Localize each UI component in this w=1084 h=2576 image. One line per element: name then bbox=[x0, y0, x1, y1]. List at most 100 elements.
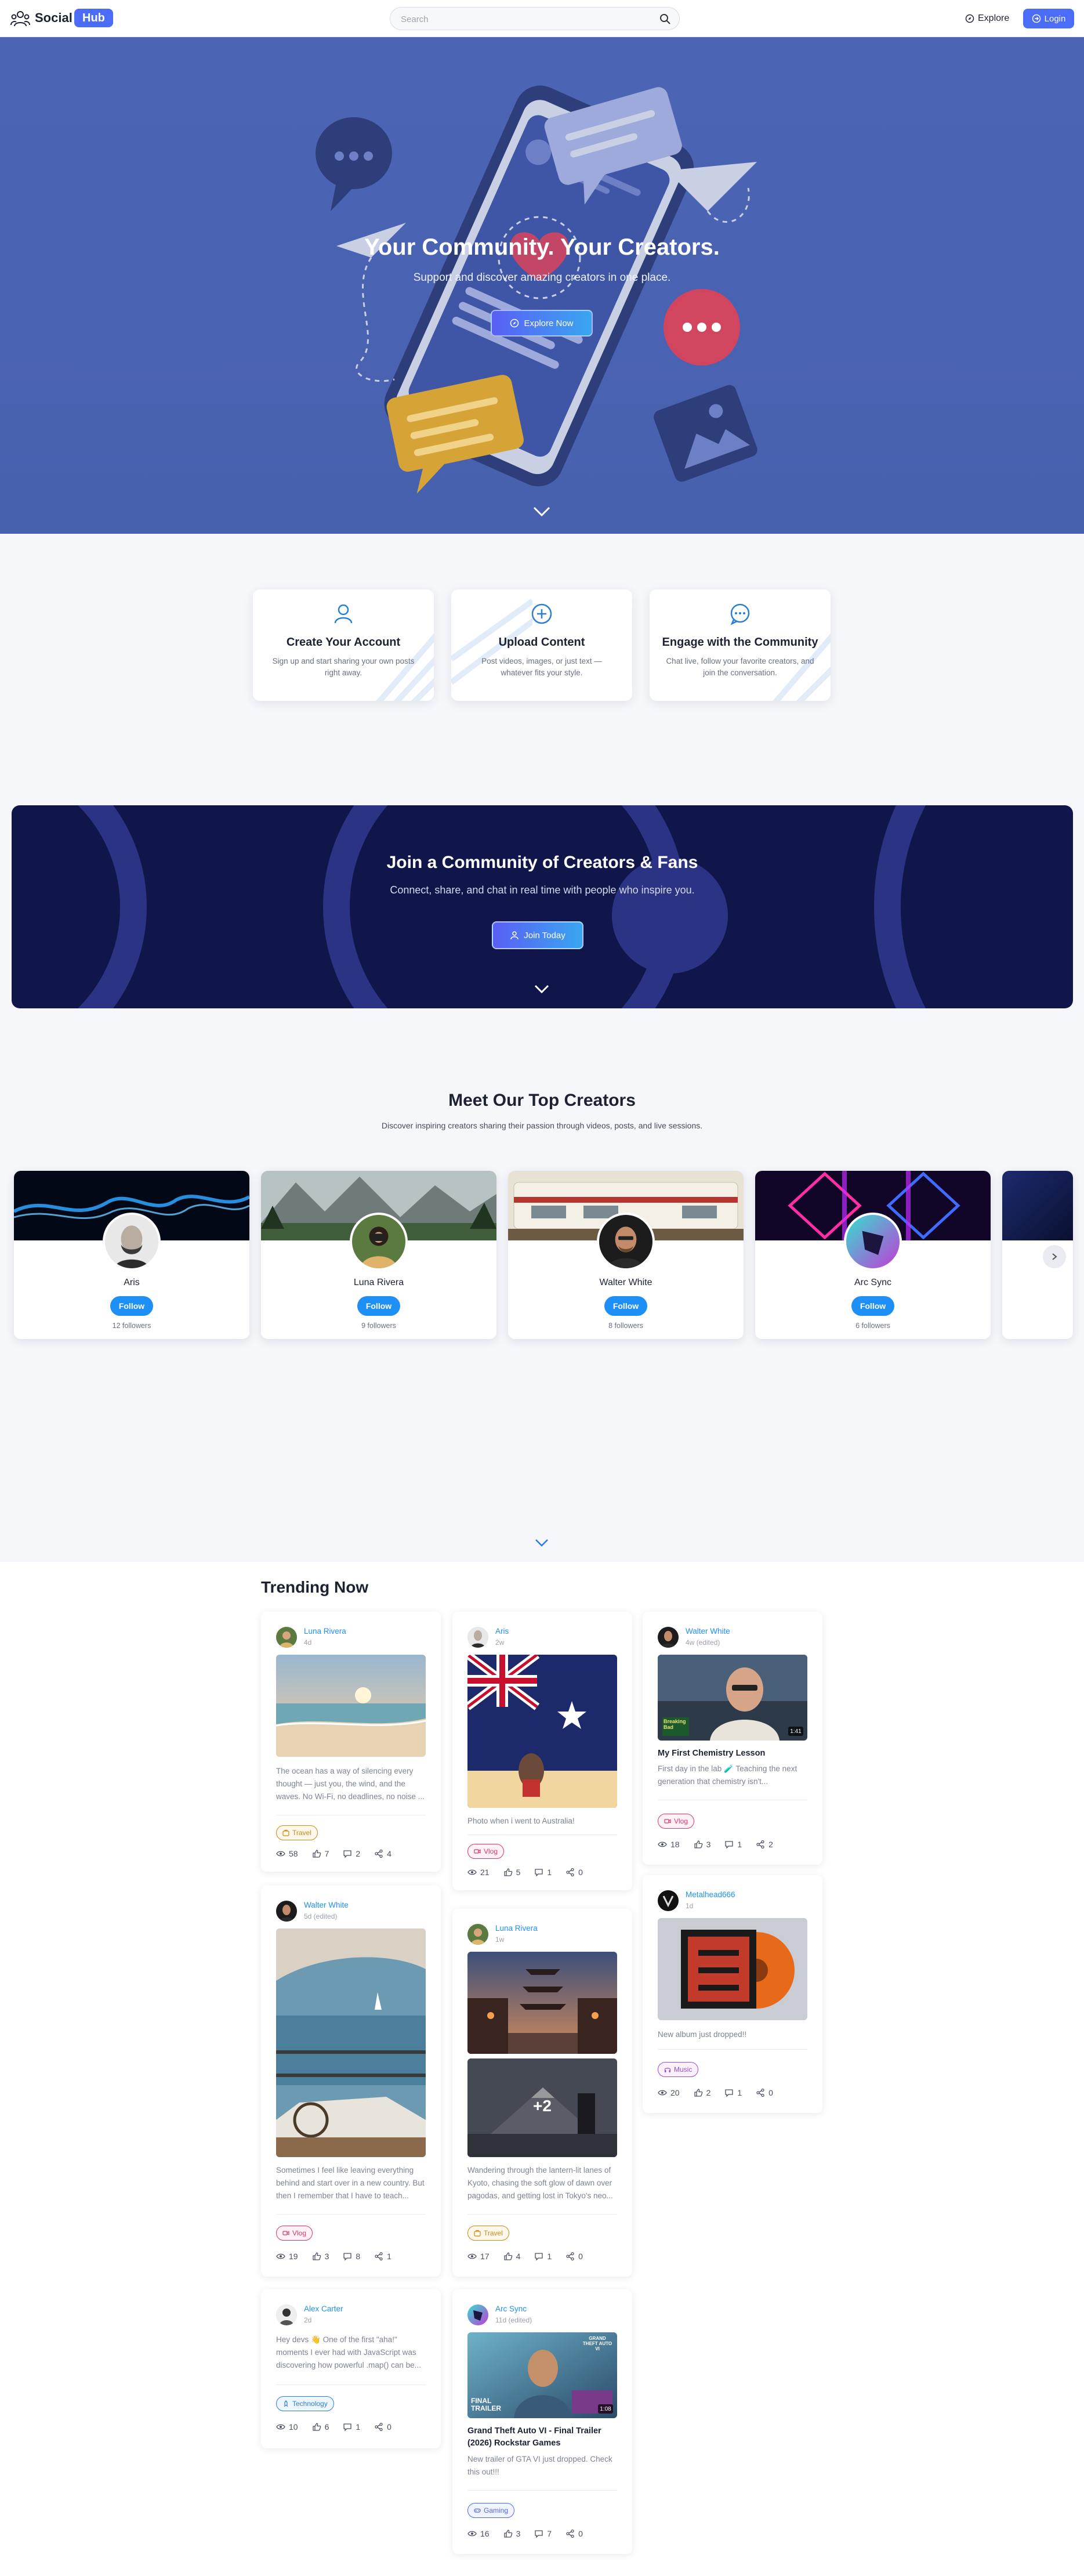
post-author[interactable]: Walter White bbox=[686, 1627, 730, 1636]
follow-button[interactable]: Follow bbox=[604, 1296, 647, 1316]
post-tag[interactable]: Music bbox=[658, 2062, 699, 2077]
post-author[interactable]: Arc Sync bbox=[495, 2304, 527, 2313]
comment-button[interactable]: 1 bbox=[724, 2088, 742, 2097]
post-tag[interactable]: Technology bbox=[276, 2396, 334, 2411]
search-bar[interactable] bbox=[390, 7, 680, 30]
like-button[interactable]: 3 bbox=[503, 2529, 520, 2538]
follow-button[interactable]: Follow bbox=[851, 1296, 894, 1316]
join-today-button[interactable]: Join Today bbox=[492, 921, 583, 949]
avatar[interactable] bbox=[276, 1627, 297, 1648]
post-card[interactable]: Walter White 5d (edited) Sometimes I fee… bbox=[261, 1886, 441, 2277]
post-tag[interactable]: Gaming bbox=[467, 2503, 515, 2518]
avatar[interactable] bbox=[467, 1924, 488, 1945]
share-button[interactable]: 0 bbox=[756, 2088, 773, 2097]
post-author[interactable]: Luna Rivera bbox=[495, 1924, 538, 1933]
post-image-more[interactable]: +2 bbox=[467, 2058, 617, 2157]
explore-link[interactable]: Explore bbox=[965, 12, 1009, 26]
post-card[interactable]: Arc Sync 11d (edited) GRAND THEFT AUTO V… bbox=[452, 2289, 632, 2554]
comment-button[interactable]: 1 bbox=[534, 1868, 552, 1877]
search-input[interactable] bbox=[401, 13, 644, 26]
like-button[interactable]: 3 bbox=[312, 2252, 329, 2261]
like-button[interactable]: 5 bbox=[503, 1868, 520, 1877]
avatar[interactable] bbox=[467, 2304, 488, 2325]
game-logo-badge: GRAND THEFT AUTO VI bbox=[582, 2336, 612, 2351]
post-author[interactable]: Alex Carter bbox=[304, 2304, 343, 2313]
avatar[interactable] bbox=[276, 1901, 297, 1922]
post-author[interactable]: Luna Rivera bbox=[304, 1627, 346, 1636]
post-video-thumbnail[interactable]: Breaking Bad 1:41 bbox=[658, 1655, 807, 1741]
avatar[interactable] bbox=[467, 1627, 488, 1648]
post-image[interactable] bbox=[276, 1929, 426, 2157]
post-image[interactable] bbox=[467, 1952, 617, 2054]
chevron-down-icon[interactable] bbox=[535, 1539, 549, 1547]
explore-now-button[interactable]: Explore Now bbox=[491, 310, 593, 337]
creator-card[interactable]: Luna Rivera Follow 9 followers bbox=[261, 1171, 496, 1339]
like-button[interactable]: 4 bbox=[503, 2252, 520, 2261]
views-stat: 17 bbox=[467, 2252, 490, 2261]
login-icon bbox=[1032, 14, 1041, 23]
comment-icon bbox=[343, 1850, 352, 1858]
post-card[interactable]: Walter White 4w (edited) Breaking Bad 1:… bbox=[643, 1612, 822, 1865]
comment-button[interactable]: 1 bbox=[724, 1840, 742, 1849]
post-card[interactable]: Aris 2w Photo when i went to Australia! … bbox=[452, 1612, 632, 1890]
post-title[interactable]: Grand Theft Auto VI - Final Trailer (202… bbox=[467, 2425, 617, 2450]
post-author[interactable]: Aris bbox=[495, 1627, 509, 1636]
login-button[interactable]: Login bbox=[1023, 9, 1074, 28]
post-card[interactable]: Alex Carter 2d Hey devs 👋 One of the fir… bbox=[261, 2289, 441, 2448]
share-button[interactable]: 0 bbox=[565, 2252, 583, 2261]
post-title[interactable]: My First Chemistry Lesson bbox=[658, 1748, 807, 1760]
like-button[interactable]: 7 bbox=[312, 1849, 329, 1858]
creator-card[interactable]: Aris Follow 12 followers bbox=[14, 1171, 249, 1339]
share-button[interactable]: 0 bbox=[565, 1868, 583, 1877]
post-image[interactable] bbox=[276, 1655, 426, 1757]
post-tag[interactable]: Vlog bbox=[467, 1844, 505, 1859]
comment-button[interactable]: 1 bbox=[343, 2422, 360, 2432]
community-logo-icon[interactable] bbox=[10, 10, 30, 27]
search-icon[interactable] bbox=[659, 13, 671, 25]
like-button[interactable]: 6 bbox=[312, 2422, 329, 2432]
post-author[interactable]: Metalhead666 bbox=[686, 1890, 735, 1899]
follow-button[interactable]: Follow bbox=[357, 1296, 400, 1316]
follow-button[interactable]: Follow bbox=[110, 1296, 153, 1316]
avatar[interactable] bbox=[658, 1890, 679, 1911]
creator-card[interactable]: Arc Sync Follow 6 followers bbox=[755, 1171, 991, 1339]
share-button[interactable]: 4 bbox=[374, 1849, 391, 1858]
like-button[interactable]: 2 bbox=[694, 2088, 710, 2097]
logo-text[interactable]: Social bbox=[35, 10, 72, 26]
comment-button[interactable]: 8 bbox=[343, 2252, 360, 2261]
post-tag[interactable]: Travel bbox=[276, 1825, 318, 1840]
like-button[interactable]: 3 bbox=[694, 1840, 710, 1849]
follower-count: 6 followers bbox=[855, 1322, 890, 1330]
post-tag[interactable]: Vlog bbox=[658, 1814, 695, 1829]
post-stats: 18 3 1 2 bbox=[658, 1838, 807, 1851]
post-card[interactable]: Metalhead666 1d New album just dropped!!… bbox=[643, 1875, 822, 2113]
comment-button[interactable]: 1 bbox=[534, 2252, 552, 2261]
share-button[interactable]: 0 bbox=[565, 2529, 583, 2538]
post-image[interactable] bbox=[467, 1655, 617, 1808]
comment-button[interactable]: 7 bbox=[534, 2529, 552, 2538]
share-button[interactable]: 2 bbox=[756, 1840, 773, 1849]
chevron-down-icon[interactable] bbox=[532, 506, 551, 518]
comment-button[interactable]: 2 bbox=[343, 1849, 360, 1858]
post-tag[interactable]: Travel bbox=[467, 2226, 509, 2241]
avatar[interactable] bbox=[658, 1627, 679, 1648]
creator-card[interactable]: Walter White Follow 8 followers bbox=[508, 1171, 744, 1339]
share-button[interactable]: 0 bbox=[374, 2422, 391, 2432]
post-image[interactable] bbox=[658, 1918, 807, 2020]
carousel-next-button[interactable] bbox=[1043, 1245, 1066, 1268]
post-stats: 16 3 7 0 bbox=[467, 2527, 617, 2540]
chevron-down-icon[interactable] bbox=[534, 984, 550, 994]
logo-badge[interactable]: Hub bbox=[74, 9, 113, 27]
step-card-upload-content: Upload Content Post videos, images, or j… bbox=[451, 589, 632, 701]
post-card[interactable]: Luna Rivera 4d The ocean has a way of si… bbox=[261, 1612, 441, 1872]
post-tag[interactable]: Vlog bbox=[276, 2226, 313, 2241]
share-button[interactable]: 1 bbox=[374, 2252, 391, 2261]
more-images-count[interactable]: +2 bbox=[467, 2097, 617, 2115]
chat-dots-icon bbox=[730, 603, 750, 625]
suitcase-icon bbox=[474, 2230, 481, 2237]
post-video-thumbnail[interactable]: GRAND THEFT AUTO VI FINAL TRAILER 1:08 bbox=[467, 2332, 617, 2418]
share-icon bbox=[566, 2252, 574, 2261]
post-card[interactable]: Luna Rivera 1w +2 Wandering through the … bbox=[452, 1909, 632, 2277]
post-author[interactable]: Walter White bbox=[304, 1901, 349, 1909]
avatar[interactable] bbox=[276, 2304, 297, 2325]
